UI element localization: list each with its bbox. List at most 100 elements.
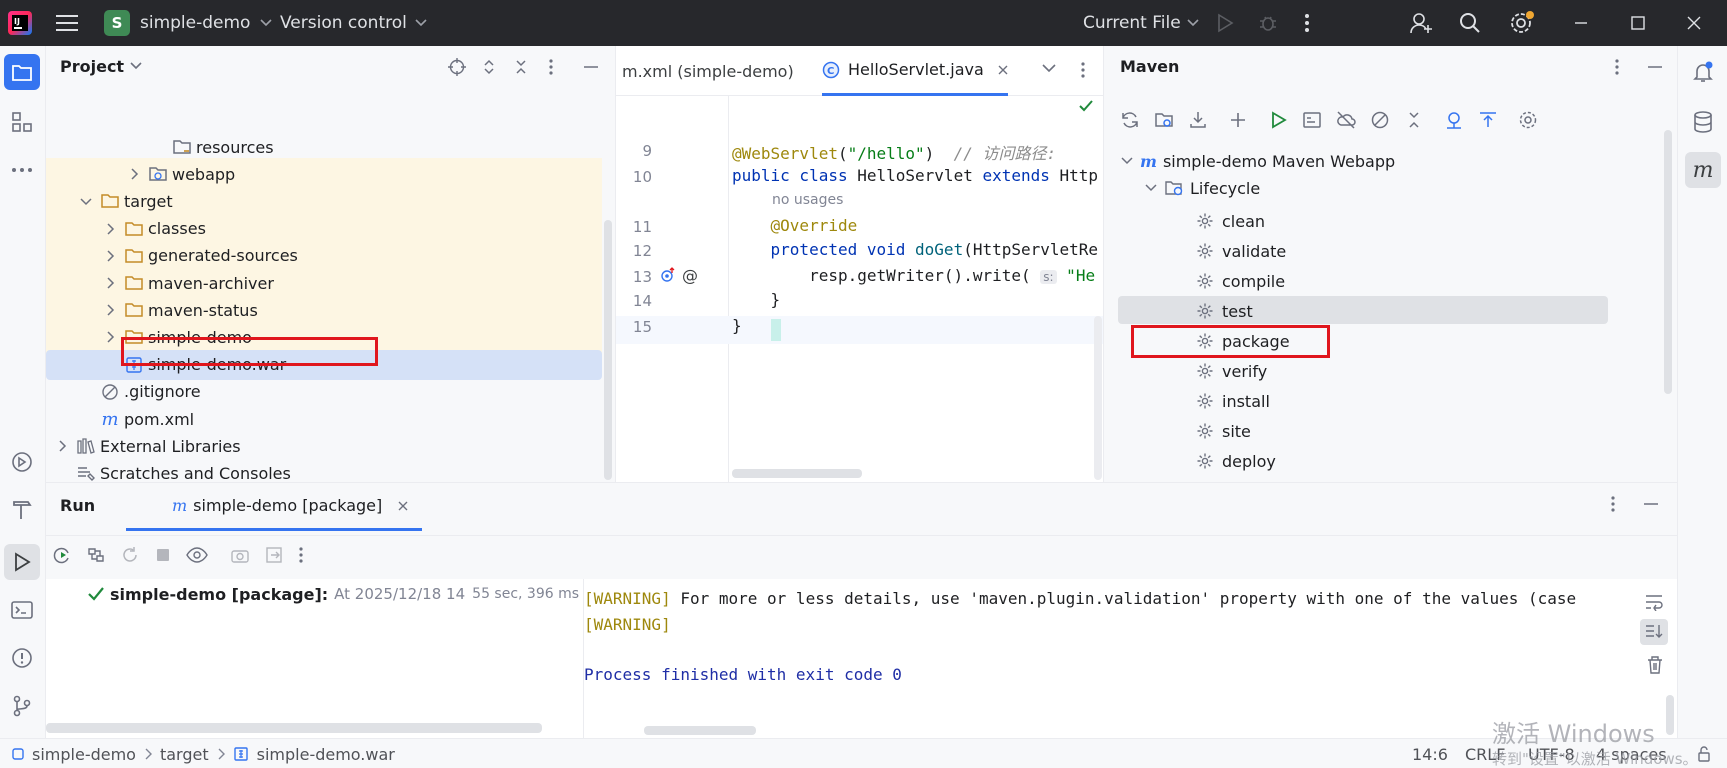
- editor-horizontal-scrollbar[interactable]: [732, 469, 862, 478]
- collapse-all-icon[interactable]: [512, 58, 530, 76]
- restart-icon[interactable]: [120, 545, 140, 565]
- services-tool-icon[interactable]: [4, 444, 40, 480]
- lifecycle-phase-site[interactable]: site: [1196, 416, 1251, 446]
- more-tools-icon[interactable]: [4, 152, 40, 188]
- stop-icon[interactable]: [154, 546, 172, 564]
- database-tool-icon[interactable]: [1685, 104, 1721, 140]
- terminal-tool-icon[interactable]: [4, 592, 40, 628]
- scroll-to-end-icon[interactable]: [1640, 619, 1668, 645]
- run-icon[interactable]: [1216, 0, 1234, 46]
- run-toolbar-more-icon[interactable]: [298, 546, 304, 564]
- hide-panel-icon[interactable]: [582, 58, 600, 76]
- annotation-gutter-icon[interactable]: @: [682, 266, 698, 285]
- run-hide-icon[interactable]: [1642, 495, 1660, 513]
- soft-wrap-icon[interactable]: [1644, 593, 1664, 611]
- rerun-icon[interactable]: [52, 545, 72, 565]
- show-dependencies-icon[interactable]: [1444, 110, 1464, 130]
- maven-tool-icon[interactable]: m: [1685, 152, 1721, 188]
- run-options-icon[interactable]: [1610, 495, 1616, 513]
- export-icon[interactable]: [264, 545, 284, 565]
- settings-gear-icon[interactable]: [1509, 0, 1535, 46]
- lifecycle-phase-verify[interactable]: verify: [1196, 356, 1267, 386]
- run-config-selector[interactable]: Current File: [1083, 0, 1199, 46]
- more-actions-icon[interactable]: [1304, 0, 1310, 46]
- chevron-right-icon[interactable]: [102, 275, 118, 291]
- minimize-window-icon[interactable]: [1573, 0, 1589, 46]
- tree-item[interactable]: maven-status: [46, 295, 602, 325]
- notifications-bell-icon[interactable]: [1685, 54, 1721, 90]
- reload-projects-icon[interactable]: [1120, 110, 1140, 130]
- console-horizontal-scrollbar[interactable]: [644, 726, 756, 735]
- override-method-icon[interactable]: [660, 267, 676, 283]
- debug-icon[interactable]: [1258, 0, 1278, 46]
- close-window-icon[interactable]: [1686, 0, 1702, 46]
- tree-item[interactable]: maven-archiver: [46, 268, 602, 298]
- show-view-icon[interactable]: [186, 546, 208, 564]
- lifecycle-phase-clean[interactable]: clean: [1196, 206, 1265, 236]
- maven-options-icon[interactable]: [1614, 58, 1620, 76]
- breadcrumb-item[interactable]: target: [160, 745, 209, 764]
- run-maven-build-icon[interactable]: [1268, 110, 1288, 130]
- tree-item[interactable]: Scratches and Consoles: [46, 458, 602, 482]
- chevron-right-icon[interactable]: [126, 166, 142, 182]
- problems-tool-icon[interactable]: [4, 640, 40, 676]
- tree-item[interactable]: classes: [46, 214, 602, 244]
- breadcrumb-item[interactable]: simple-demo: [32, 745, 136, 764]
- chevron-right-icon[interactable]: [102, 248, 118, 264]
- options-more-icon[interactable]: [548, 58, 554, 76]
- lifecycle-phase-validate[interactable]: validate: [1196, 236, 1286, 266]
- maven-scrollbar[interactable]: [1664, 130, 1672, 394]
- project-tree-scrollbar[interactable]: [604, 220, 612, 480]
- breadcrumb-item[interactable]: simple-demo.war: [257, 745, 395, 764]
- lifecycle-node[interactable]: Lifecycle: [1144, 173, 1260, 203]
- maven-hide-icon[interactable]: [1646, 58, 1664, 76]
- project-panel-header[interactable]: Project: [60, 46, 142, 86]
- execute-goal-icon[interactable]: [1302, 110, 1322, 130]
- collapse-tree-icon[interactable]: [1404, 110, 1424, 130]
- chevron-right-icon[interactable]: [102, 221, 118, 237]
- chevron-right-icon[interactable]: [54, 438, 70, 454]
- tab-pom-xml[interactable]: m.xml (simple-demo): [622, 46, 794, 96]
- maven-project-node[interactable]: m simple-demo Maven Webapp: [1120, 146, 1395, 176]
- tree-item[interactable]: .gitignore: [46, 377, 602, 407]
- tab-helloservlet-java[interactable]: C HelloServlet.java: [822, 46, 1008, 96]
- download-sources-icon[interactable]: [1188, 110, 1208, 130]
- lifecycle-phase-compile[interactable]: compile: [1196, 266, 1285, 296]
- tree-item[interactable]: webapp: [46, 159, 602, 189]
- chevron-down-icon[interactable]: [78, 193, 94, 209]
- tree-item[interactable]: External Libraries: [46, 431, 602, 461]
- no-problems-check-icon[interactable]: [1078, 98, 1103, 120]
- maximize-window-icon[interactable]: [1630, 0, 1646, 46]
- search-icon[interactable]: [1459, 0, 1481, 46]
- run-tree-item[interactable]: simple-demo [package]: At 2025/12/18 14 …: [88, 579, 579, 609]
- skip-tests-icon[interactable]: [1370, 110, 1390, 130]
- expand-all-icon[interactable]: [480, 58, 498, 76]
- editor-vertical-scrollbar[interactable]: [1094, 316, 1102, 480]
- run-tree-scrollbar[interactable]: [46, 723, 542, 733]
- lifecycle-phase-deploy[interactable]: deploy: [1196, 446, 1276, 476]
- structure-tool-icon[interactable]: [4, 104, 40, 140]
- tree-item[interactable]: generated-sources: [46, 241, 602, 271]
- lock-icon[interactable]: [1697, 739, 1711, 768]
- console-vertical-scrollbar[interactable]: [1666, 695, 1674, 735]
- tree-item[interactable]: m pom.xml: [46, 404, 602, 434]
- locate-file-icon[interactable]: [448, 58, 466, 76]
- chevron-right-icon[interactable]: [102, 329, 118, 345]
- chevron-right-icon[interactable]: [102, 302, 118, 318]
- add-user-icon[interactable]: [1409, 0, 1433, 46]
- lifecycle-phase-test[interactable]: test: [1196, 296, 1253, 326]
- main-menu-icon[interactable]: [56, 0, 78, 46]
- maven-settings-icon[interactable]: [1518, 110, 1538, 130]
- tree-item[interactable]: resources: [46, 132, 602, 162]
- editor-more-icon[interactable]: [1080, 61, 1086, 79]
- rerun-failed-icon[interactable]: [86, 545, 106, 565]
- vcs-menu[interactable]: Version control: [280, 0, 427, 46]
- clear-all-trash-icon[interactable]: [1646, 655, 1664, 675]
- app-logo-icon[interactable]: IJ: [6, 0, 34, 46]
- build-hammer-icon[interactable]: [4, 492, 40, 528]
- git-tool-icon[interactable]: [4, 688, 40, 724]
- close-tab-icon[interactable]: [398, 501, 408, 511]
- lifecycle-phase-install[interactable]: install: [1196, 386, 1270, 416]
- analyze-dependencies-icon[interactable]: [1478, 110, 1498, 130]
- run-tab-simple-demo-package[interactable]: m simple-demo [package]: [126, 483, 423, 531]
